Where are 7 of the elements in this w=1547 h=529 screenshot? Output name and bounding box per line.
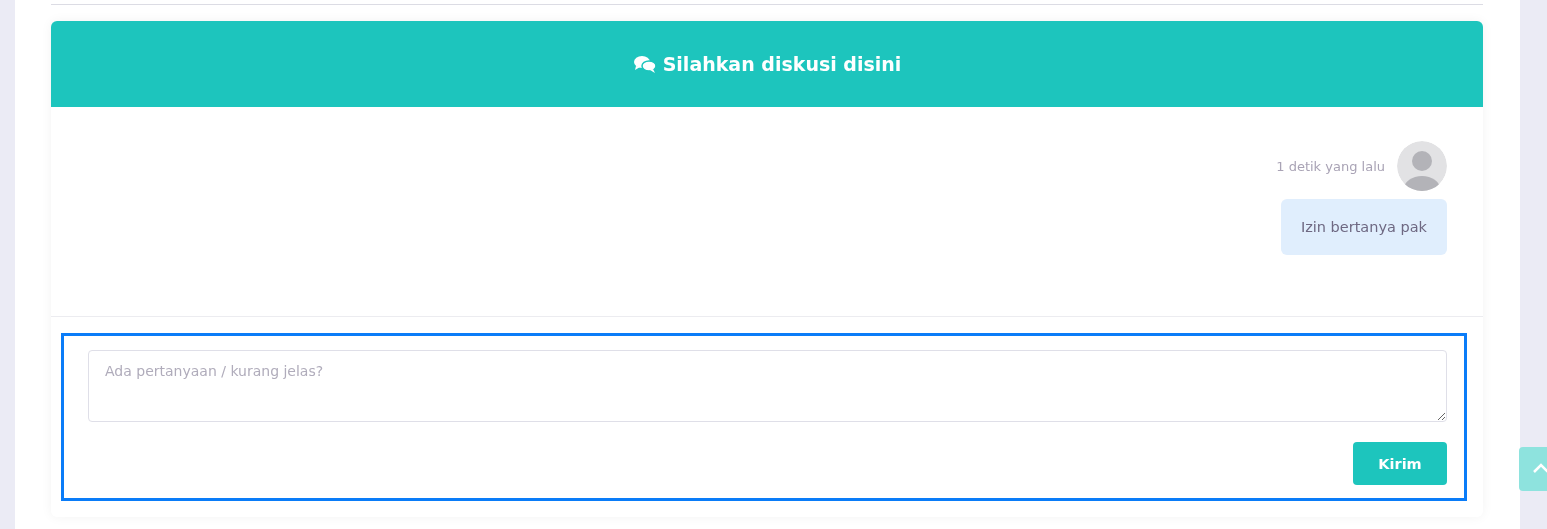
avatar-icon [1397, 141, 1447, 191]
message-time: 1 detik yang lalu [1276, 158, 1385, 174]
question-field[interactable]: Ada pertanyaan / kurang jelas? [88, 350, 1447, 422]
send-button[interactable]: Kirim [1353, 442, 1447, 485]
chat-icon [632, 54, 657, 74]
card-title: Silahkan diskusi disini [662, 53, 902, 75]
message-bubble: Izin bertanya pak [1280, 199, 1447, 255]
